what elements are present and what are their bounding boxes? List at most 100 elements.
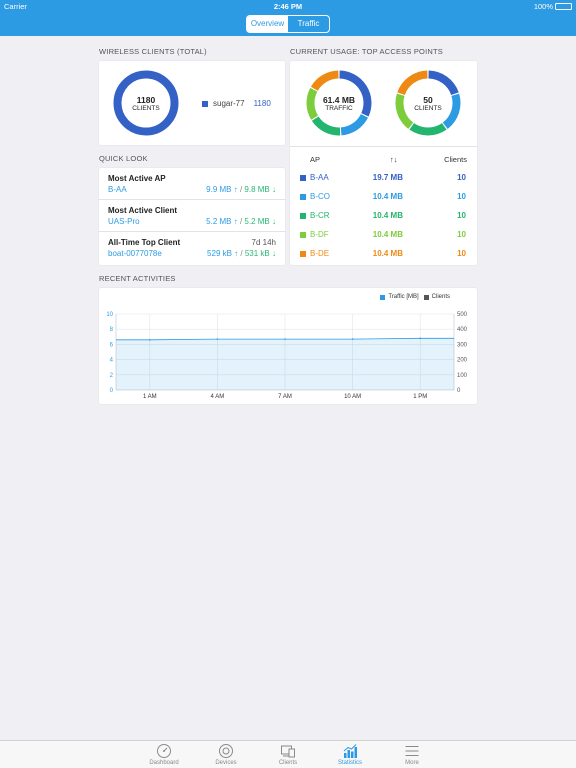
- all-time-top-client-label: All-Time Top Client: [108, 238, 181, 247]
- y2-tick-label: 0: [457, 388, 461, 394]
- col-header-clients[interactable]: Clients: [444, 155, 467, 164]
- ap-clients: 10: [457, 211, 466, 220]
- traffic-point: [419, 337, 422, 340]
- ap-color-swatch: [300, 175, 306, 181]
- wireless-clients-card: 1180 CLIENTS sugar-77 1180: [99, 61, 285, 145]
- tab-devices[interactable]: Devices: [196, 743, 256, 766]
- ap-color-swatch: [300, 232, 306, 238]
- ap-clients: 10: [457, 192, 466, 201]
- most-active-client-name[interactable]: UAS-Pro: [108, 217, 140, 226]
- devices-icon: [219, 744, 233, 758]
- ap-traffic: 10.4 MB: [372, 192, 403, 201]
- battery-indicator: 100%: [534, 2, 572, 11]
- tab-statistics-label: Statistics: [337, 760, 362, 766]
- ap-row[interactable]: B-AA 19.7 MB 10: [290, 169, 476, 188]
- x-tick-label: 10 AM: [344, 394, 361, 400]
- x-tick-label: 1 AM: [143, 394, 157, 400]
- app-header: Carrier 2:46 PM 100% Overview Traffic: [0, 0, 576, 36]
- legend-ssid: sugar-77: [213, 99, 245, 108]
- y-tick-label: 4: [110, 358, 114, 364]
- clients-slice: [397, 70, 428, 96]
- recent-activities-card: Traffic [MB] Clients 0 2 4 6 8 10 0 100 200 300 40…: [99, 288, 477, 404]
- tab-statistics[interactable]: Statistics: [320, 743, 380, 766]
- tab-more[interactable]: More: [382, 743, 442, 766]
- battery-percent: 100%: [533, 2, 553, 11]
- segment-overview[interactable]: Overview: [247, 16, 288, 32]
- segment-traffic[interactable]: Traffic: [288, 16, 329, 32]
- ap-traffic: 10.4 MB: [372, 211, 403, 220]
- ap-row[interactable]: B-DF 10.4 MB 10: [290, 226, 476, 245]
- ap-traffic: 10.4 MB: [372, 230, 403, 239]
- traffic-slice: [340, 113, 368, 136]
- ap-name[interactable]: B-DE: [310, 249, 329, 258]
- wireless-clients-legend: sugar-77 1180: [202, 99, 271, 108]
- view-segmented-control[interactable]: Overview Traffic: [246, 15, 330, 33]
- traffic-slice: [310, 70, 339, 91]
- ap-name[interactable]: B-AA: [310, 173, 329, 182]
- ap-row[interactable]: B-CO 10.4 MB 10: [290, 188, 476, 207]
- tab-more-label: More: [405, 760, 419, 766]
- quick-look-title: QUICK LOOK: [99, 154, 148, 163]
- status-bar: Carrier 2:46 PM 100%: [0, 0, 576, 12]
- most-active-client-usage: 5.2 MB ↑ / 5.2 MB ↓: [206, 217, 276, 226]
- divider: [290, 146, 477, 147]
- traffic-unit: TRAFFIC: [325, 105, 353, 113]
- clients-icon: [281, 745, 295, 758]
- y2-tick-label: 400: [457, 327, 468, 333]
- tab-dashboard[interactable]: Dashboard: [134, 743, 194, 766]
- clock: 2:46 PM: [273, 2, 303, 11]
- ap-traffic: 10.4 MB: [372, 249, 403, 258]
- traffic-donut-center: 61.4 MB TRAFFIC: [304, 95, 374, 113]
- upload-value: 5.2 MB ↑: [206, 217, 238, 226]
- all-time-top-client-row[interactable]: All-Time Top Client 7d 14h boat-0077078e…: [99, 232, 285, 265]
- download-value: 5.2 MB ↓: [244, 217, 276, 226]
- x-tick-label: 4 AM: [211, 394, 225, 400]
- ap-traffic: 19.7 MB: [372, 173, 403, 182]
- current-usage-card: 61.4 MB TRAFFIC 50 CLIENTS AP ↑↓ Clients…: [290, 61, 477, 265]
- tab-clients-label: Clients: [278, 760, 298, 766]
- ap-name[interactable]: B-CR: [310, 211, 330, 220]
- upload-value: 529 kB ↑: [207, 249, 239, 258]
- most-active-ap-name[interactable]: B-AA: [108, 185, 127, 194]
- clients-donut-center: 50 CLIENTS: [393, 95, 463, 113]
- clients-total: 50: [423, 95, 433, 105]
- most-active-client-row[interactable]: Most Active Client UAS-Pro 5.2 MB ↑ / 5.…: [99, 200, 285, 232]
- ap-name[interactable]: B-CO: [310, 192, 330, 201]
- y-tick-label: 0: [110, 388, 114, 394]
- traffic-point: [351, 338, 354, 340]
- traffic-total: 61.4 MB: [322, 95, 356, 105]
- most-active-ap-row[interactable]: Most Active AP B-AA 9.9 MB ↑ / 9.8 MB ↓: [99, 168, 285, 200]
- ap-color-swatch: [300, 194, 306, 200]
- ap-name[interactable]: B-DF: [310, 230, 329, 239]
- x-tick-label: 1 PM: [413, 394, 427, 400]
- col-header-ap[interactable]: AP: [310, 155, 320, 164]
- most-active-client-label: Most Active Client: [108, 206, 178, 215]
- traffic-point: [149, 339, 151, 341]
- clients-slice: [428, 70, 459, 96]
- traffic-point: [284, 338, 286, 340]
- statistics-icon: [343, 744, 357, 758]
- all-time-top-client-usage: 529 kB ↑ / 531 kB ↓: [207, 249, 276, 258]
- sort-icon[interactable]: ↑↓: [390, 155, 398, 164]
- traffic-area: [116, 338, 454, 390]
- wireless-clients-title: WIRELESS CLIENTS (TOTAL): [99, 47, 207, 56]
- wireless-clients-unit: CLIENTS: [132, 105, 160, 113]
- y-tick-label: 10: [106, 312, 113, 318]
- wireless-clients-value: 1180: [136, 95, 156, 105]
- recent-activities-title: RECENT ACTIVITIES: [99, 274, 176, 283]
- all-time-top-client-name[interactable]: boat-0077078e: [108, 249, 162, 258]
- y2-tick-label: 100: [457, 373, 468, 379]
- y2-tick-label: 300: [457, 342, 468, 348]
- y2-tick-label: 500: [457, 312, 468, 318]
- ap-row[interactable]: B-DE 10.4 MB 10: [290, 245, 476, 264]
- y-tick-label: 6: [110, 342, 114, 348]
- traffic-slice: [311, 116, 341, 136]
- ap-clients: 10: [457, 173, 466, 182]
- ap-row[interactable]: B-CR 10.4 MB 10: [290, 207, 476, 226]
- usage-separator: /: [238, 249, 245, 258]
- more-icon: [405, 746, 419, 756]
- tab-clients[interactable]: Clients: [258, 743, 318, 766]
- legend-count: 1180: [253, 99, 271, 108]
- tab-dashboard-label: Dashboard: [149, 760, 179, 766]
- recent-activities-chart: 024681001002003004005001 AM 4 AM 7 AM 10 AM…: [106, 312, 468, 400]
